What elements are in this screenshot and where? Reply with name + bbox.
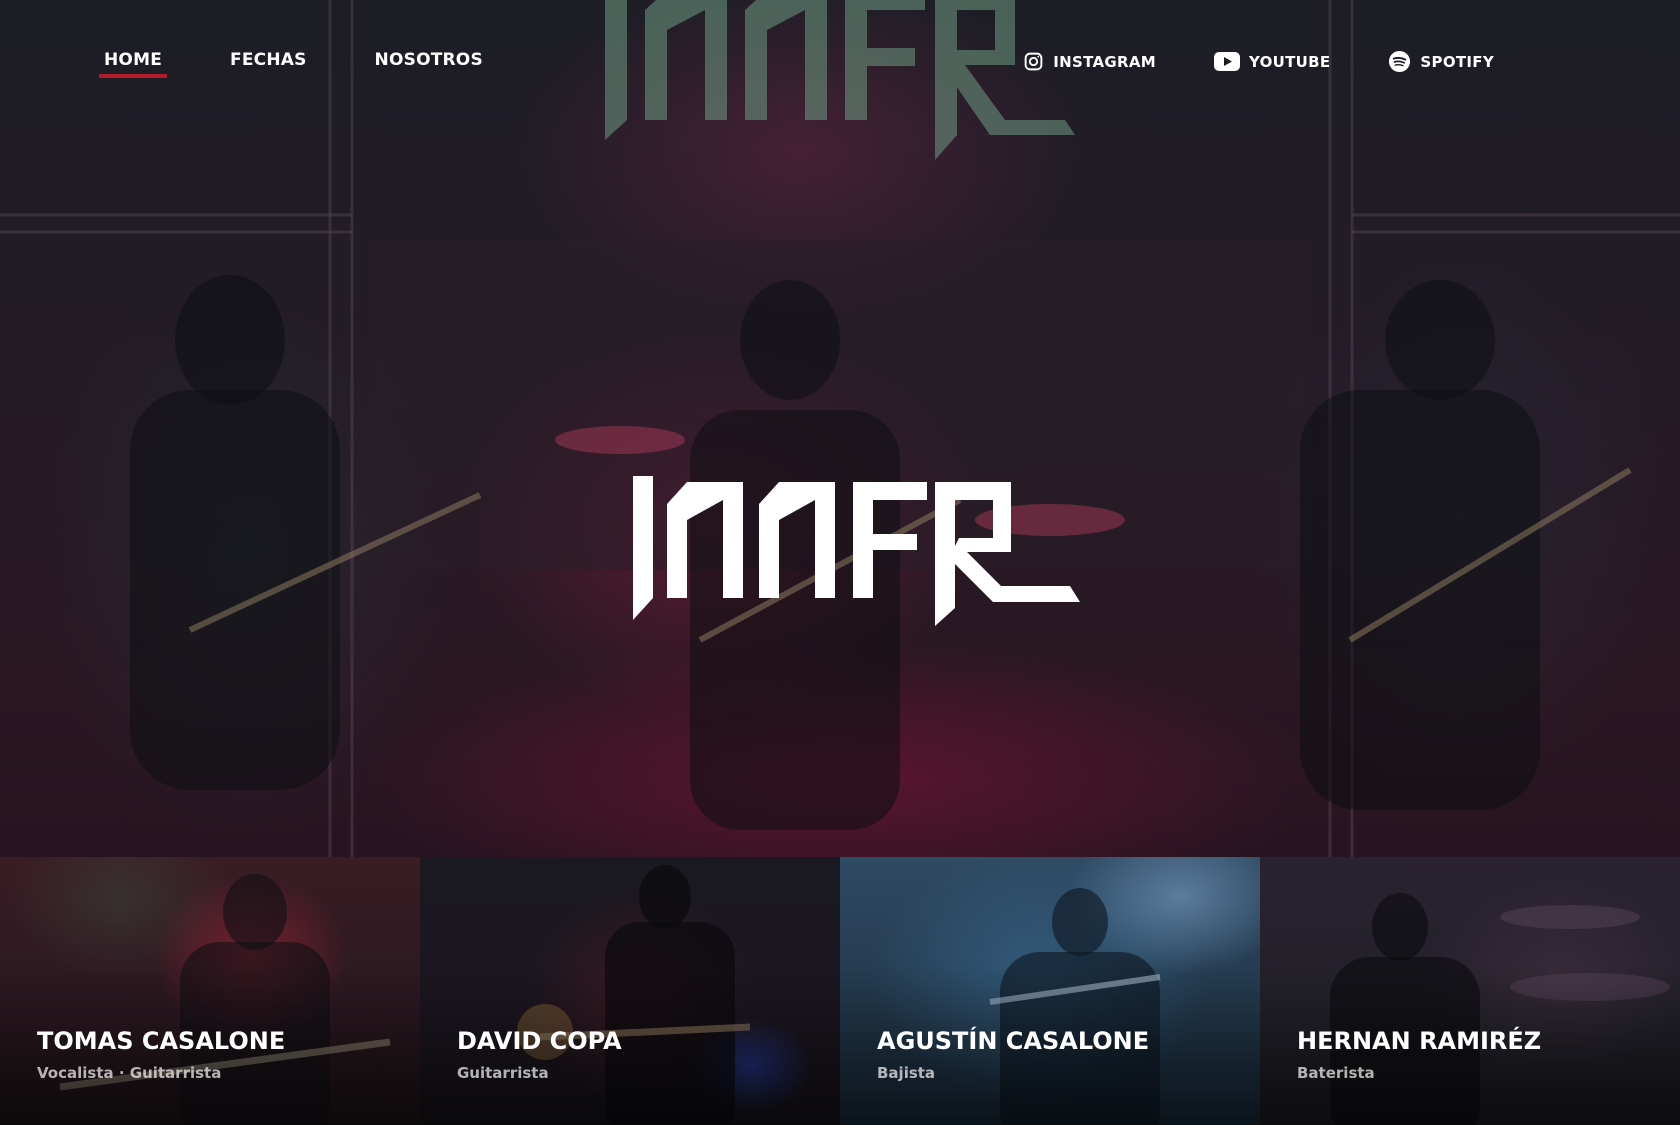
card-shade bbox=[420, 857, 840, 1125]
main-nav: HOME FECHAS NOSOTROS bbox=[98, 50, 483, 78]
nav-fechas[interactable]: FECHAS bbox=[230, 50, 307, 78]
member-name: AGUSTÍN CASALONE bbox=[877, 1027, 1150, 1055]
member-card[interactable]: TOMAS CASALONE Vocalista · Guitarrista bbox=[0, 857, 420, 1125]
member-name: DAVID COPA bbox=[457, 1027, 622, 1055]
card-shade bbox=[0, 857, 420, 1125]
youtube-link[interactable]: YOUTUBE bbox=[1213, 52, 1331, 71]
nav-home[interactable]: HOME bbox=[98, 50, 168, 78]
instagram-link[interactable]: INSTAGRAM bbox=[1023, 51, 1156, 72]
member-card[interactable]: AGUSTÍN CASALONE Bajista bbox=[840, 857, 1260, 1125]
member-card[interactable]: DAVID COPA Guitarrista bbox=[420, 857, 840, 1125]
card-shade bbox=[840, 857, 1260, 1125]
spotify-label: SPOTIFY bbox=[1420, 52, 1494, 71]
member-card[interactable]: HERNAN RAMIRÉZ Baterista bbox=[1260, 857, 1680, 1125]
hero-section: HOME FECHAS NOSOTROS INSTAGRAM YOUTUBE S… bbox=[0, 0, 1680, 857]
member-role: Guitarrista bbox=[457, 1064, 549, 1082]
social-nav: INSTAGRAM YOUTUBE SPOTIFY bbox=[1023, 50, 1494, 73]
instagram-label: INSTAGRAM bbox=[1053, 52, 1156, 71]
member-role: Bajista bbox=[877, 1064, 936, 1082]
spotify-icon bbox=[1388, 50, 1411, 73]
spotify-link[interactable]: SPOTIFY bbox=[1388, 50, 1494, 73]
member-name: TOMAS CASALONE bbox=[37, 1027, 286, 1055]
member-role: Baterista bbox=[1297, 1064, 1375, 1082]
instagram-icon bbox=[1023, 51, 1044, 72]
nav-nosotros[interactable]: NOSOTROS bbox=[375, 50, 483, 78]
band-logo bbox=[633, 476, 1080, 626]
card-shade bbox=[1260, 857, 1680, 1125]
youtube-label: YOUTUBE bbox=[1248, 52, 1331, 71]
members-section: TOMAS CASALONE Vocalista · Guitarrista D… bbox=[0, 857, 1680, 1125]
member-name: HERNAN RAMIRÉZ bbox=[1297, 1027, 1542, 1055]
member-role: Vocalista · Guitarrista bbox=[37, 1064, 222, 1082]
youtube-icon bbox=[1213, 52, 1240, 71]
background-logo bbox=[605, 0, 1075, 160]
